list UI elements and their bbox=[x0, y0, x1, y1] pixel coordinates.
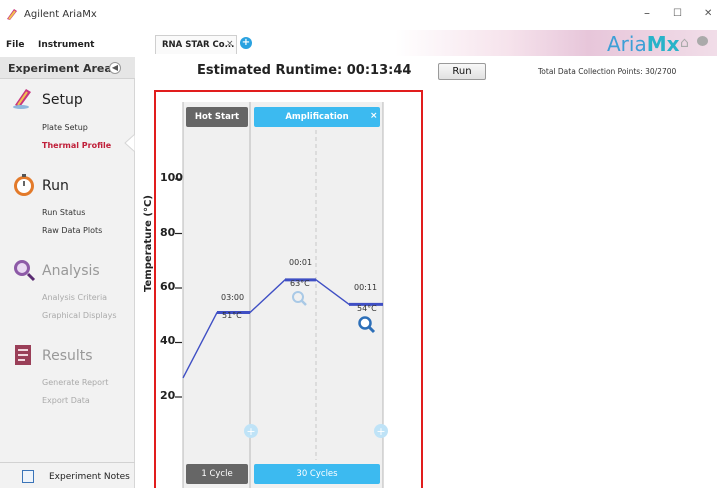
amplification-stage-header[interactable]: Amplification bbox=[254, 107, 380, 127]
amplification-cycles[interactable]: 30 Cycles bbox=[254, 464, 380, 484]
hot-start-step-time[interactable]: 03:00 bbox=[221, 293, 244, 302]
denature-step-temp[interactable]: 63°C bbox=[290, 279, 310, 288]
remove-stage-button[interactable]: × bbox=[370, 111, 378, 121]
hot-start-cycles[interactable]: 1 Cycle bbox=[186, 464, 248, 484]
denature-step-time[interactable]: 00:01 bbox=[289, 258, 312, 267]
add-step-plus: + bbox=[376, 425, 385, 438]
anneal-step-time[interactable]: 00:11 bbox=[354, 283, 377, 292]
anneal-step-temp[interactable]: 54°C bbox=[357, 304, 377, 313]
hot-start-step-temp[interactable]: 51°C bbox=[222, 311, 242, 320]
hot-start-stage-header[interactable]: Hot Start bbox=[186, 107, 248, 127]
y-tick-marks bbox=[175, 178, 182, 398]
thermal-profile-chart: + + bbox=[175, 102, 388, 488]
add-step-plus: + bbox=[246, 425, 255, 438]
